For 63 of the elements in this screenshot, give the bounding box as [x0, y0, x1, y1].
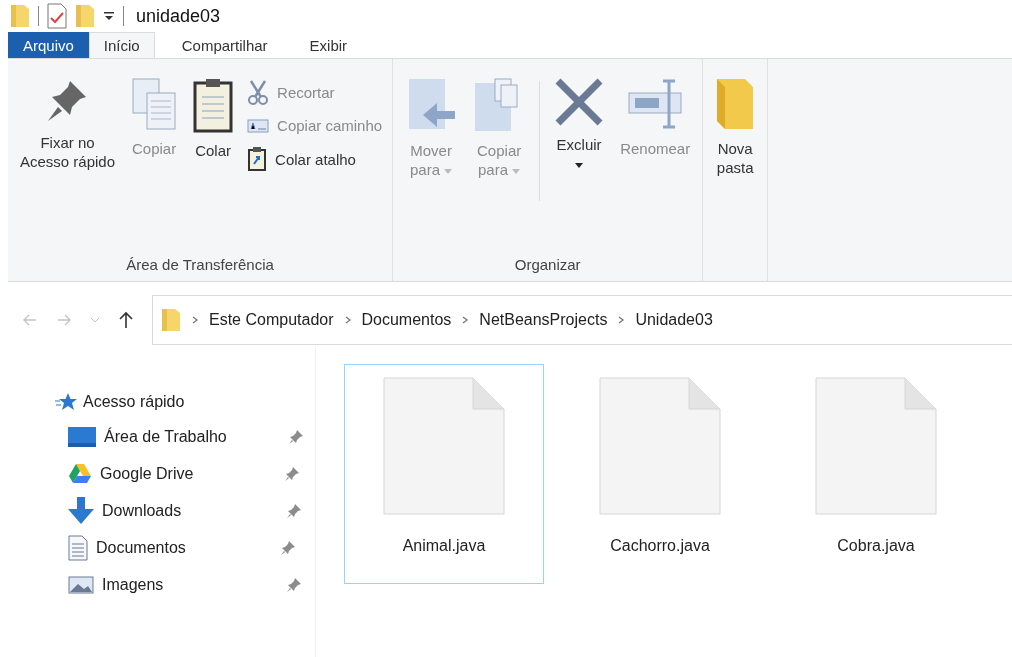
- document-icon: [815, 377, 937, 515]
- folder-icon: [161, 308, 181, 332]
- desktop-icon: [68, 426, 96, 447]
- path-icon: [247, 118, 270, 133]
- sidebar-item[interactable]: Documentos: [96, 538, 280, 557]
- window-title: unidade03: [136, 5, 221, 27]
- quick-access-item[interactable]: Acesso rápido: [0, 386, 315, 418]
- ribbon-tab[interactable]: Exibir: [294, 32, 363, 58]
- clipboard-icon: [193, 77, 234, 133]
- ribbon-button[interactable]: Fixar no Acesso rápido: [14, 71, 122, 177]
- address-bar[interactable]: Este Computador Documentos NetBeansProjects Unidade03: [152, 295, 1012, 345]
- ribbon-button[interactable]: Colar atalho: [243, 142, 387, 176]
- pin-icon: [280, 539, 296, 556]
- document-icon: [68, 534, 88, 561]
- chevron-icon: [461, 316, 470, 324]
- group-label: Organizar: [513, 255, 582, 275]
- chevron-icon: [617, 316, 626, 324]
- pin-icon: [284, 465, 300, 482]
- document-icon: [383, 377, 505, 515]
- history-caret-icon[interactable]: [90, 317, 100, 323]
- sidebar-item[interactable]: Downloads: [102, 501, 286, 520]
- file-item[interactable]: Cachorro.java: [560, 364, 760, 584]
- sidebar-item[interactable]: Imagens: [102, 575, 286, 594]
- drive-icon: [68, 462, 92, 485]
- delete-icon: [554, 77, 605, 127]
- caret-icon: [444, 169, 453, 175]
- pin-icon: [286, 502, 302, 519]
- copy-icon: [131, 77, 178, 131]
- images-icon: [68, 575, 94, 594]
- file-menu-tab[interactable]: Arquivo: [8, 32, 89, 58]
- file-item[interactable]: Cobra.java: [776, 364, 976, 584]
- breadcrumb[interactable]: NetBeansProjects: [479, 311, 608, 329]
- ribbon-button[interactable]: Nova pasta: [709, 71, 762, 183]
- rename-icon: [627, 77, 684, 131]
- dropdown-icon[interactable]: [103, 10, 115, 22]
- sidebar-item[interactable]: Área de Trabalho: [104, 427, 288, 446]
- chevron-icon: [343, 316, 352, 324]
- caret-icon: [512, 169, 521, 175]
- file-name: Animal.java: [402, 537, 486, 555]
- sidebar-item[interactable]: Google Drive: [100, 464, 284, 483]
- ribbon-button[interactable]: Excluir: [548, 71, 611, 179]
- ribbon-tab[interactable]: Compartilhar: [166, 32, 283, 58]
- download-icon: [68, 496, 94, 525]
- ribbon-button[interactable]: Colar: [187, 71, 240, 166]
- shortcut-icon: [247, 146, 268, 172]
- document-icon: [599, 377, 721, 515]
- chevron-icon: [191, 316, 199, 324]
- file-name: Cachorro.java: [610, 537, 710, 555]
- file-name: Cobra.java: [837, 537, 915, 555]
- file-item[interactable]: Animal.java: [344, 364, 544, 584]
- up-icon[interactable]: [118, 311, 134, 329]
- pin-icon: [288, 428, 304, 445]
- star-icon: [55, 392, 77, 412]
- caret-icon: [575, 163, 584, 169]
- ribbon-tab[interactable]: Início: [88, 32, 155, 58]
- breadcrumb[interactable]: Documentos: [361, 311, 452, 329]
- folder-icon: [715, 77, 756, 131]
- breadcrumb[interactable]: Unidade03: [635, 311, 713, 329]
- properties-icon: [47, 3, 67, 29]
- scissors-icon: [247, 79, 270, 105]
- breadcrumb[interactable]: Este Computador: [209, 311, 334, 329]
- pin-icon: [286, 576, 302, 593]
- group-label: Área de Transferência: [125, 255, 275, 275]
